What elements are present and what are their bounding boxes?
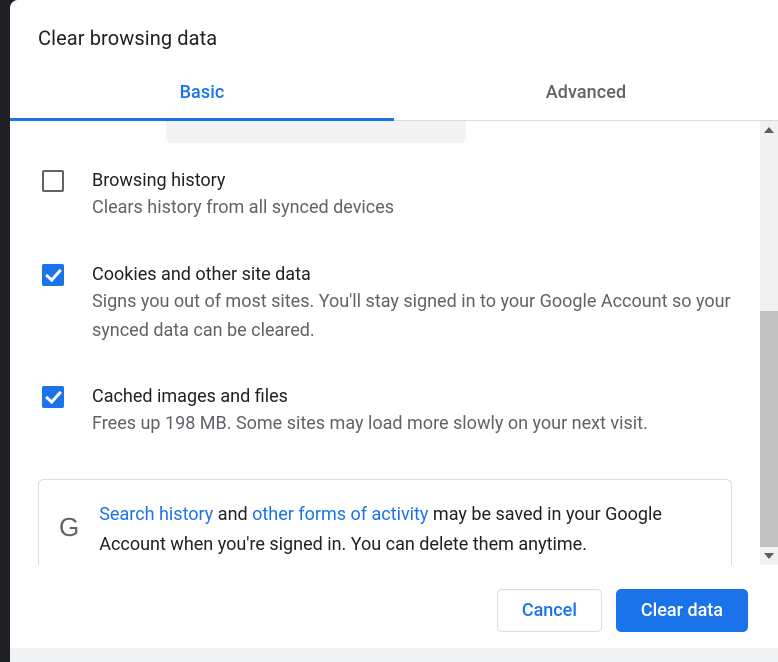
checkbox-cached[interactable]: [42, 386, 64, 408]
option-text: Browsing history Clears history from all…: [92, 167, 732, 223]
dialog-header: Clear browsing data: [10, 0, 778, 68]
cancel-button[interactable]: Cancel: [497, 589, 602, 632]
checkbox-browsing-history[interactable]: [42, 170, 64, 192]
option-cached: Cached images and files Frees up 198 MB.…: [38, 363, 732, 457]
background-strip: [10, 648, 778, 662]
option-text: Cached images and files Frees up 198 MB.…: [92, 383, 732, 439]
dialog-content: Browsing history Clears history from all…: [10, 121, 760, 565]
link-search-history[interactable]: Search history: [99, 504, 213, 525]
scroll-thumb[interactable]: [760, 311, 778, 547]
vertical-scrollbar[interactable]: [760, 121, 778, 565]
info-text-fragment: and: [213, 504, 252, 525]
option-title-cached: Cached images and files: [92, 383, 732, 410]
info-text: Search history and other forms of activi…: [99, 500, 713, 559]
clear-browsing-data-dialog: Clear browsing data Basic Advanced Brows…: [10, 0, 778, 662]
option-desc-cached: Frees up 198 MB. Some sites may load mor…: [92, 410, 732, 439]
option-title-browsing-history: Browsing history: [92, 167, 732, 194]
option-title-cookies: Cookies and other site data: [92, 261, 732, 288]
checkbox-cookies[interactable]: [42, 264, 64, 286]
option-desc-browsing-history: Clears history from all synced devices: [92, 194, 732, 223]
time-range-row-partial: [38, 125, 732, 143]
option-cookies: Cookies and other site data Signs you ou…: [38, 241, 732, 364]
option-desc-cookies: Signs you out of most sites. You'll stay…: [92, 288, 732, 346]
time-range-dropdown[interactable]: [166, 121, 466, 143]
google-account-info-card: G Search history and other forms of acti…: [38, 479, 732, 565]
scroll-down-icon[interactable]: [760, 547, 778, 565]
option-browsing-history: Browsing history Clears history from all…: [38, 147, 732, 241]
link-other-activity[interactable]: other forms of activity: [252, 504, 428, 525]
google-logo-icon: G: [59, 506, 79, 549]
option-text: Cookies and other site data Signs you ou…: [92, 261, 732, 346]
tab-bar: Basic Advanced: [10, 68, 778, 121]
scroll-region: Browsing history Clears history from all…: [10, 121, 778, 565]
tab-basic[interactable]: Basic: [10, 68, 394, 121]
dialog-title: Clear browsing data: [38, 26, 750, 50]
clear-data-button[interactable]: Clear data: [616, 589, 748, 632]
tab-advanced[interactable]: Advanced: [394, 68, 778, 120]
scroll-up-icon[interactable]: [760, 121, 778, 139]
